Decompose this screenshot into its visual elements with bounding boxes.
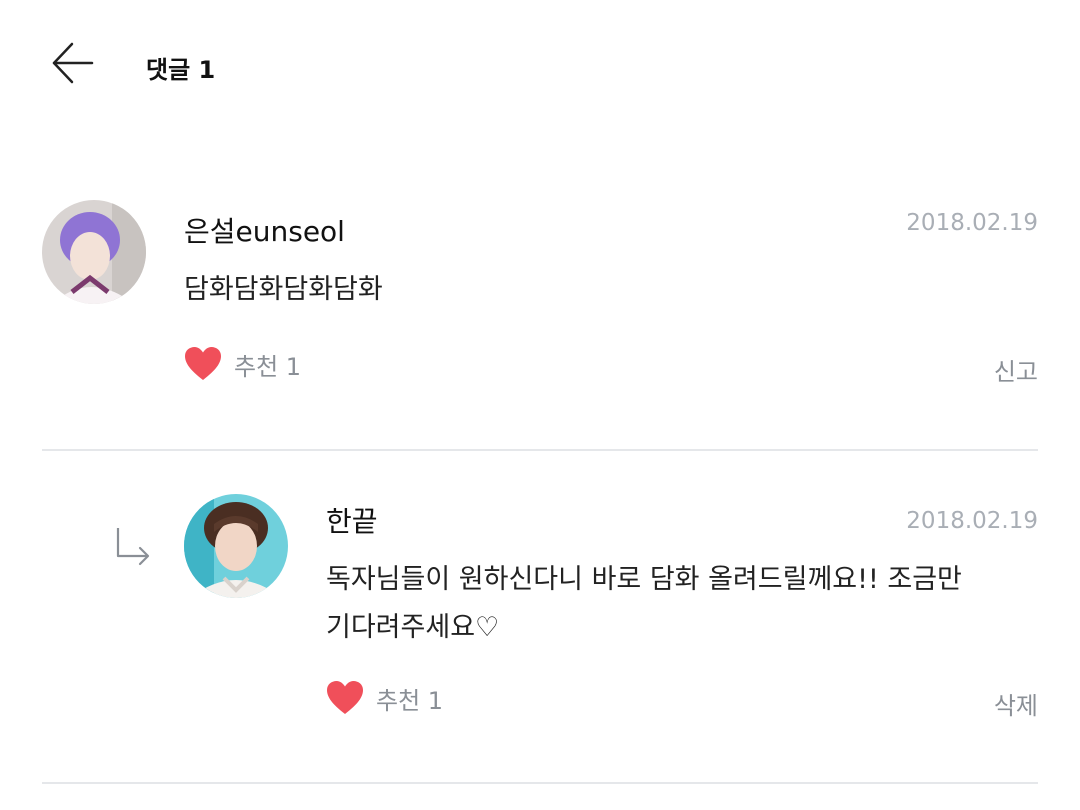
comment-date: 2018.02.19 (906, 508, 1038, 534)
arrow-left-icon (52, 42, 94, 84)
like-count-label: 추천 1 (234, 352, 302, 381)
divider (42, 449, 1038, 451)
comment-text-line2: 기다려주세요♡ (326, 612, 500, 643)
like-button[interactable]: 추천 1 (184, 346, 301, 382)
back-button[interactable] (50, 40, 96, 86)
comment-date: 2018.02.19 (906, 210, 1038, 236)
delete-button[interactable]: 삭제 (994, 686, 1038, 721)
avatar (184, 494, 288, 598)
reply-arrow-icon (112, 526, 152, 566)
comment-text-line1: 독자님들이 원하신다니 바로 담화 올려드릴께요!! 조금만 (326, 564, 962, 595)
heart-icon (327, 681, 363, 714)
report-button[interactable]: 신고 (994, 352, 1038, 387)
comment-text: 담화담화담화담화 (184, 274, 383, 305)
like-button[interactable]: 추천 1 (326, 680, 443, 716)
top-bar: 댓글 1 (0, 0, 1080, 130)
page-title: 댓글 1 (146, 56, 216, 84)
heart-icon (185, 347, 221, 380)
avatar (42, 200, 146, 304)
divider (42, 782, 1038, 784)
comment-author[interactable]: 한끝 (326, 500, 378, 540)
comment-author[interactable]: 은설eunseol (184, 210, 345, 250)
like-count-label: 추천 1 (376, 686, 444, 715)
